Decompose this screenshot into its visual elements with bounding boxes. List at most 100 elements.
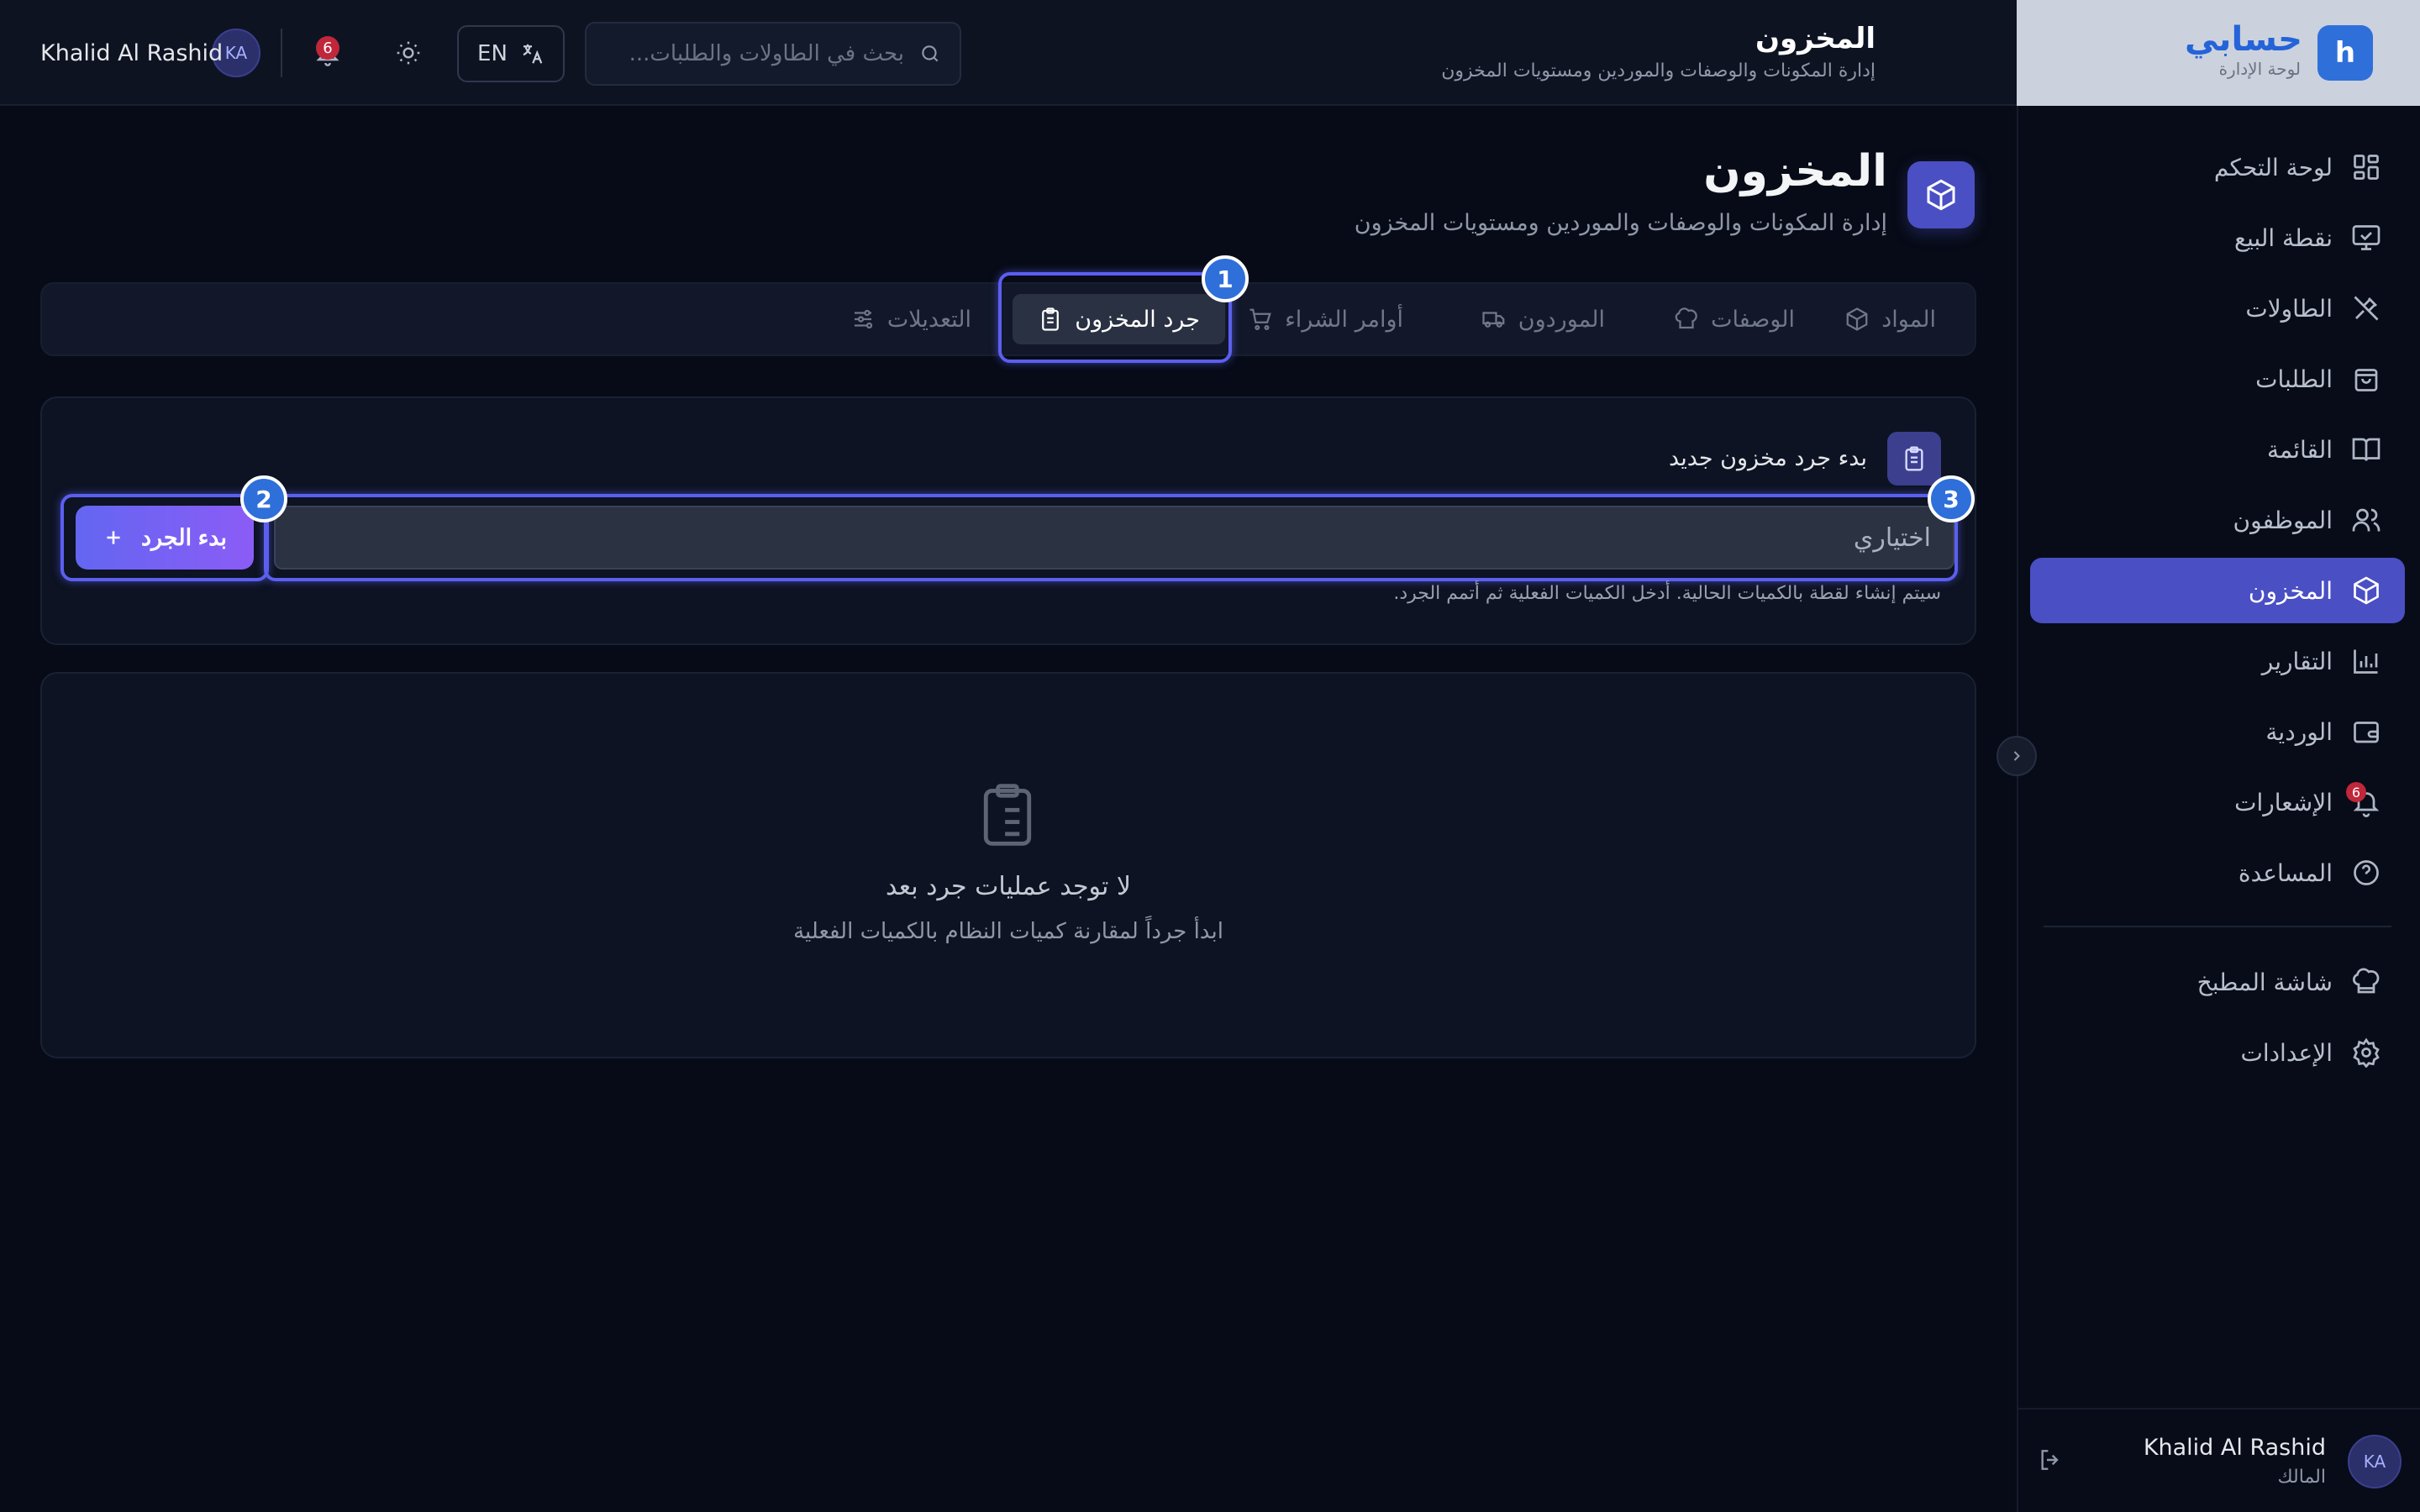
bar-chart-icon — [2351, 646, 2381, 676]
sidebar-item-reports[interactable]: التقارير — [2030, 628, 2405, 694]
sidebar-item-shift[interactable]: الوردية — [2030, 699, 2405, 764]
stocktake-hint: سيتم إنشاء لقطة بالكميات الحالية. أدخل ا… — [1393, 583, 1941, 604]
tab-label: الموردون — [1518, 306, 1605, 333]
search-input[interactable] — [618, 41, 904, 66]
sidebar-item-kitchen-display[interactable]: شاشة المطبخ — [2030, 949, 2405, 1015]
page-title: المخزون — [1703, 146, 1887, 197]
tab-purchase-orders[interactable]: أوامر الشراء — [1238, 294, 1413, 344]
sidebar-collapse-button[interactable] — [1996, 736, 2037, 776]
sidebar-item-dashboard[interactable]: لوحة التحكم — [2030, 134, 2405, 200]
search-box[interactable] — [585, 22, 961, 86]
language-toggle-button[interactable]: EN — [457, 25, 565, 82]
notification-count-badge: 6 — [316, 36, 339, 60]
empty-state-subtitle: ابدأ جرداً لمقارنة كميات النظام بالكميات… — [793, 919, 1223, 944]
chevron-right-icon — [2008, 748, 2025, 764]
top-header: المخزون إدارة المكونات والوصفات والموردي… — [0, 0, 2017, 106]
brand-subtitle: لوحة الإدارة — [2218, 59, 2301, 79]
notification-count-badge: 6 — [2346, 782, 2366, 802]
sidebar-item-label: التقارير — [2261, 647, 2333, 675]
sidebar-item-orders[interactable]: الطلبات — [2030, 346, 2405, 412]
start-stocktake-button[interactable]: بدء الجرد — [76, 506, 254, 570]
sidebar: h حسابي لوحة الإدارة لوحة التحكم نقطة ال… — [2017, 0, 2420, 1512]
book-open-icon — [2351, 434, 2381, 465]
package-icon — [2351, 575, 2381, 606]
sidebar-item-menu[interactable]: القائمة — [2030, 417, 2405, 482]
chef-hat-icon — [2351, 967, 2381, 997]
sidebar-item-label: الطلبات — [2255, 365, 2333, 393]
sliders-icon — [850, 307, 876, 332]
header-subtitle: إدارة المكونات والوصفات والموردين ومستوي… — [1441, 60, 1876, 81]
help-circle-icon — [2351, 858, 2381, 888]
sidebar-user-panel: KA Khalid Al Rashid المالك — [2017, 1408, 2420, 1512]
tab-label: التعديلات — [886, 306, 971, 333]
sidebar-item-label: الإشعارات — [2234, 788, 2333, 816]
shopping-bag-icon — [2351, 364, 2381, 394]
highlight-marker-2: 2 — [240, 475, 287, 522]
clipboard-icon — [1887, 432, 1941, 486]
sidebar-item-notifications[interactable]: 6 الإشعارات — [2030, 769, 2405, 835]
tab-recipes[interactable]: الوصفات — [1664, 294, 1805, 344]
avatar[interactable]: KA — [2348, 1435, 2402, 1488]
clipboard-list-icon — [978, 781, 1037, 848]
sidebar-item-label: الموظفون — [2233, 506, 2333, 534]
tab-adjustments[interactable]: التعديلات — [840, 294, 981, 344]
notifications-button[interactable]: 6 — [304, 29, 351, 76]
sidebar-item-inventory[interactable]: المخزون — [2030, 558, 2405, 623]
sidebar-user-name: Khalid Al Rashid — [2143, 1435, 2326, 1461]
page-package-icon — [1907, 161, 1975, 228]
sidebar-item-label: الإعدادات — [2240, 1038, 2333, 1067]
header-divider — [281, 29, 282, 77]
logout-icon[interactable] — [2037, 1446, 2067, 1477]
search-icon — [919, 43, 941, 65]
sidebar-user-role: المالك — [2277, 1467, 2326, 1488]
package-icon — [1844, 307, 1870, 332]
header-user-name[interactable]: Khalid Al Rashid — [40, 40, 223, 66]
tab-label: الوصفات — [1711, 306, 1795, 333]
stocktake-notes-input[interactable] — [274, 506, 1954, 570]
chef-hat-icon — [1674, 307, 1699, 332]
empty-state-title: لا توجد عمليات جرد بعد — [885, 872, 1132, 901]
language-label: EN — [477, 41, 508, 66]
sun-icon — [395, 39, 422, 66]
sidebar-item-label: الطاولات — [2245, 294, 2333, 323]
sidebar-divider — [2044, 926, 2391, 927]
highlight-frame-1 — [998, 272, 1232, 363]
sidebar-item-label: شاشة المطبخ — [2196, 968, 2333, 996]
sidebar-item-label: لوحة التحكم — [2213, 153, 2333, 181]
sidebar-item-pos[interactable]: نقطة البيع — [2030, 205, 2405, 270]
users-icon — [2351, 505, 2381, 535]
sidebar-item-label: القائمة — [2267, 435, 2333, 464]
wallet-icon — [2351, 717, 2381, 747]
tab-items[interactable]: المواد — [1834, 294, 1946, 344]
settings-icon — [2351, 1037, 2381, 1068]
brand-name: حسابي — [2184, 20, 2302, 59]
page-subtitle: إدارة المكونات والوصفات والموردين ومستوي… — [1354, 210, 1887, 236]
pos-monitor-icon — [2351, 223, 2381, 253]
utensils-icon — [2351, 293, 2381, 323]
sidebar-item-label: نقطة البيع — [2234, 223, 2333, 252]
sidebar-item-tables[interactable]: الطاولات — [2030, 276, 2405, 341]
start-stocktake-label: بدء الجرد — [141, 524, 227, 550]
highlight-marker-1: 1 — [1202, 255, 1249, 302]
card-title: بدء جرد مخزون جديد — [1669, 445, 1867, 471]
stocktake-list-card — [40, 672, 1976, 1058]
tab-suppliers[interactable]: الموردون — [1471, 294, 1615, 344]
sidebar-item-label: المساعدة — [2238, 858, 2333, 887]
bell-icon: 6 — [2346, 782, 2381, 817]
sidebar-item-staff[interactable]: الموظفون — [2030, 487, 2405, 553]
tab-label: أوامر الشراء — [1285, 306, 1403, 333]
brand-area: h حسابي لوحة الإدارة — [2017, 0, 2420, 106]
highlight-marker-3: 3 — [1928, 475, 1975, 522]
plus-icon — [103, 527, 124, 549]
dashboard-icon — [2351, 152, 2381, 182]
cart-icon — [1248, 307, 1273, 332]
sidebar-item-settings[interactable]: الإعدادات — [2030, 1020, 2405, 1085]
brand-logo[interactable]: h — [2317, 25, 2373, 81]
tab-label: المواد — [1881, 306, 1936, 333]
sidebar-item-label: المخزون — [2248, 576, 2333, 605]
translate-icon — [519, 41, 544, 66]
sidebar-item-label: الوردية — [2265, 717, 2333, 746]
sidebar-item-help[interactable]: المساعدة — [2030, 840, 2405, 906]
theme-toggle-button[interactable] — [385, 29, 432, 76]
header-title: المخزون — [1754, 22, 1876, 55]
